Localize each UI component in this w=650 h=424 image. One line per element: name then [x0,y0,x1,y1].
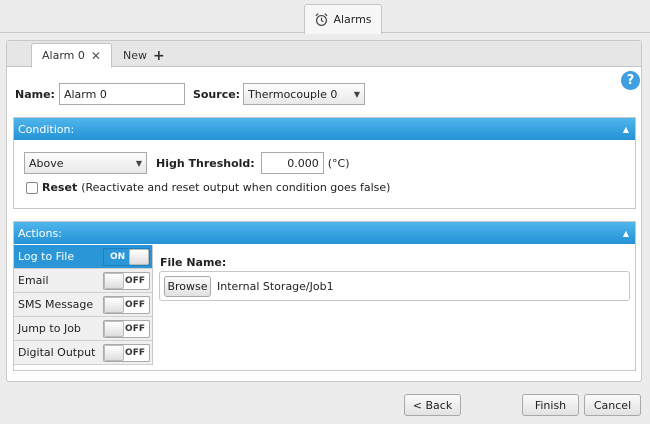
action-list: Log to File ON Email OFF SMS Message OFF… [14,245,153,365]
action-item-label: Log to File [18,250,75,263]
collapse-icon[interactable]: ▲ [623,125,629,134]
tab-alarms-label: Alarms [333,13,372,26]
action-item-label: SMS Message [18,298,94,311]
toggle-knob [104,272,124,289]
finish-button[interactable]: Finish [522,394,579,416]
toggle-knob [104,344,124,361]
alarm-subtabs: Alarm 0 ✕ New + [7,41,641,68]
action-item-label: Email [18,274,49,287]
close-icon[interactable]: ✕ [91,49,101,63]
alarm-clock-icon [315,13,328,26]
file-name-field: Browse Internal Storage/Job1 [159,271,630,301]
tab-alarms[interactable]: Alarms [304,4,382,34]
file-name-label: File Name: [160,256,227,269]
source-select-value: Thermocouple 0 [248,87,338,101]
condition-operator-select[interactable]: Above ▼ [24,152,147,174]
condition-row: Above ▼ High Threshold: 0.000 (°C) [24,152,349,174]
condition-title: Condition: [18,122,75,136]
toggle-state: OFF [125,347,145,358]
toggle-state: OFF [125,275,145,286]
action-item-digital-output[interactable]: Digital Output OFF [14,341,153,365]
source-select[interactable]: Thermocouple 0 ▼ [243,83,366,105]
tab-alarm-0-label: Alarm 0 [42,49,85,62]
action-item-email[interactable]: Email OFF [14,269,153,293]
collapse-icon[interactable]: ▲ [623,229,629,238]
plus-icon: + [153,47,165,64]
back-button[interactable]: < Back [404,394,461,416]
action-item-label: Jump to Job [18,322,81,335]
top-tab-bar: Alarms [0,0,650,34]
name-label: Name: [15,87,55,101]
reset-row: Reset (Reactivate and reset output when … [26,181,390,194]
sms-toggle[interactable]: OFF [103,295,150,314]
toggle-state: OFF [125,323,145,334]
actions-section: Actions: ▲ Log to File ON Email OFF SMS … [13,221,636,371]
jump-to-job-toggle[interactable]: OFF [103,319,150,338]
name-input[interactable]: Alarm 0 [58,83,185,105]
browse-button[interactable]: Browse [164,275,211,297]
condition-header[interactable]: Condition: ▲ [14,118,635,140]
source-label: Source: [192,87,241,101]
condition-section: Condition: ▲ Above ▼ High Threshold: 0.0… [13,117,636,209]
email-toggle[interactable]: OFF [103,271,150,290]
action-item-log-to-file[interactable]: Log to File ON [14,245,153,269]
actions-title: Actions: [18,226,62,240]
tab-alarm-0[interactable]: Alarm 0 ✕ [31,43,112,68]
threshold-unit: (°C) [327,156,350,170]
chevron-down-icon: ▼ [135,158,142,168]
action-item-sms-message[interactable]: SMS Message OFF [14,293,153,317]
tab-new[interactable]: New + [113,43,175,68]
reset-checkbox[interactable] [26,181,38,194]
condition-operator-value: Above [29,156,64,170]
cancel-button[interactable]: Cancel [584,394,641,416]
toggle-knob [129,248,149,265]
high-threshold-input[interactable]: 0.000 [260,152,324,174]
reset-label: Reset [42,181,78,194]
tab-new-label: New [123,49,147,62]
chevron-down-icon: ▼ [353,89,361,99]
digital-output-toggle[interactable]: OFF [103,343,150,362]
help-icon[interactable]: ? [621,71,640,90]
action-item-jump-to-job[interactable]: Jump to Job OFF [14,317,153,341]
toggle-state: ON [110,251,126,262]
reset-description: (Reactivate and reset output when condit… [81,181,391,194]
name-source-row: Name: Alarm 0 Source: Thermocouple 0 ▼ [15,83,366,105]
file-path-value: Internal Storage/Job1 [217,279,334,293]
actions-header[interactable]: Actions: ▲ [14,222,635,244]
action-item-label: Digital Output [18,346,96,359]
log-to-file-toggle[interactable]: ON [103,247,150,266]
toggle-knob [104,320,124,337]
toggle-state: OFF [125,299,145,310]
toggle-knob [104,296,124,313]
alarm-panel: Alarm 0 ✕ New + ? Name: Alarm 0 Source: … [6,40,642,382]
high-threshold-label: High Threshold: [156,156,255,170]
